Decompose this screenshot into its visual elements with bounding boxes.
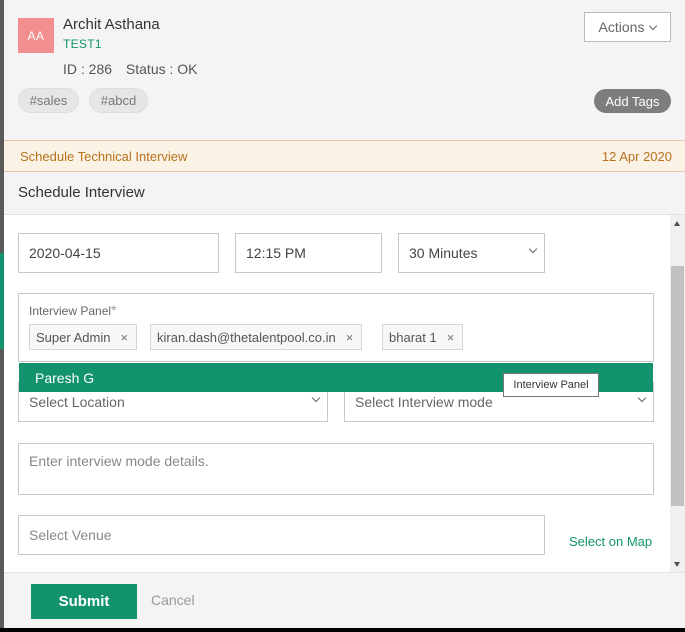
scrollbar[interactable] bbox=[670, 215, 685, 572]
location-placeholder: Select Location bbox=[29, 394, 125, 410]
submit-button[interactable]: Submit bbox=[31, 584, 137, 619]
candidate-company: TEST1 bbox=[63, 37, 102, 51]
tag-chip[interactable]: #abcd bbox=[89, 88, 148, 113]
venue-input[interactable]: Select Venue bbox=[18, 515, 545, 555]
panel-member-chip: bharat 1 × bbox=[382, 324, 464, 350]
schedule-banner-date: 12 Apr 2020 bbox=[601, 149, 672, 164]
form-footer: Submit Cancel bbox=[4, 572, 685, 628]
remove-icon[interactable]: × bbox=[346, 330, 354, 345]
chevron-down-icon bbox=[311, 393, 321, 403]
form-title: Schedule Interview bbox=[18, 184, 145, 201]
schedule-banner-title: Schedule Technical Interview bbox=[20, 149, 188, 164]
actions-label: Actions bbox=[598, 19, 645, 35]
tag-chip[interactable]: #sales bbox=[18, 88, 79, 113]
candidate-meta: ID : 286 Status : OK bbox=[63, 61, 208, 77]
interview-panel-field[interactable]: Interview Panel* Super Admin × kiran.das… bbox=[18, 293, 654, 362]
interview-panel-label: Interview Panel* bbox=[29, 302, 117, 318]
actions-button[interactable]: Actions bbox=[584, 12, 671, 42]
remove-icon[interactable]: × bbox=[120, 330, 128, 345]
panel-member-chip: kiran.dash@thetalentpool.co.in × bbox=[150, 324, 363, 350]
add-tags-button[interactable]: Add Tags bbox=[594, 89, 671, 113]
time-input[interactable]: 12:15 PM bbox=[235, 233, 382, 273]
candidate-status: Status : OK bbox=[125, 61, 198, 77]
chevron-down-icon bbox=[637, 393, 647, 403]
schedule-form: 2020-04-15 12:15 PM 30 Minutes Interview… bbox=[4, 215, 670, 572]
mode-details-textarea[interactable]: Enter interview mode details. bbox=[18, 443, 654, 495]
candidate-name: Archit Asthana bbox=[63, 16, 160, 33]
bottom-edge bbox=[0, 628, 685, 632]
schedule-banner: Schedule Technical Interview 12 Apr 2020 bbox=[4, 140, 685, 172]
mode-placeholder: Select Interview mode bbox=[355, 394, 493, 410]
panel-member-chip: Super Admin × bbox=[29, 324, 138, 350]
chevron-down-icon bbox=[528, 244, 538, 254]
avatar: AA bbox=[18, 18, 54, 53]
select-on-map-link[interactable]: Select on Map bbox=[569, 534, 652, 549]
scroll-down-icon[interactable] bbox=[674, 562, 680, 567]
date-input[interactable]: 2020-04-15 bbox=[18, 233, 219, 273]
tooltip: Interview Panel bbox=[503, 373, 599, 397]
candidate-id: ID : 286 bbox=[63, 61, 113, 77]
scroll-thumb[interactable] bbox=[671, 266, 684, 506]
cancel-button[interactable]: Cancel bbox=[151, 592, 195, 608]
scroll-up-icon[interactable] bbox=[674, 221, 680, 226]
candidate-panel: AA Archit Asthana TEST1 ID : 286 Status … bbox=[4, 0, 685, 628]
duration-value: 30 Minutes bbox=[409, 245, 478, 261]
duration-select[interactable]: 30 Minutes bbox=[398, 233, 545, 273]
remove-icon[interactable]: × bbox=[447, 330, 455, 345]
chevron-down-icon bbox=[649, 21, 658, 30]
